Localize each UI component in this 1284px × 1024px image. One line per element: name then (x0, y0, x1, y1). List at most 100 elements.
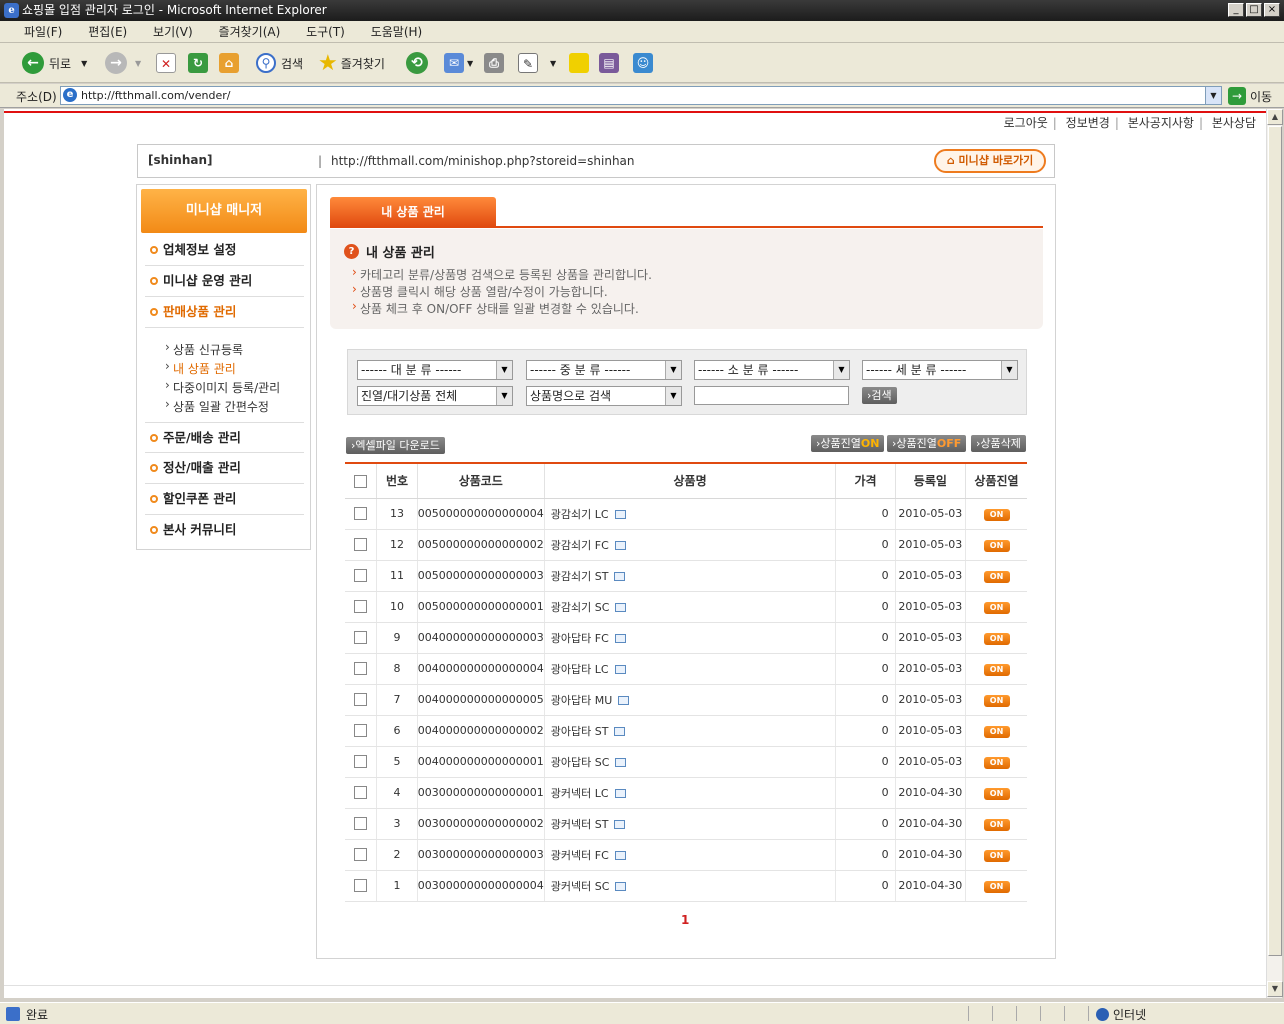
print-button[interactable]: ⎙ (484, 51, 504, 75)
select-all-checkbox[interactable] (354, 474, 368, 488)
product-name-link[interactable]: 광커넥터 LC (551, 787, 609, 800)
popup-window-icon[interactable] (615, 882, 627, 891)
address-input[interactable]: e http://ftthmall.com/vender/ ▼ (60, 86, 1222, 105)
edit-button[interactable]: ✎ ▼ (518, 51, 556, 75)
category-medium-select[interactable]: ------ 중 분 류 ------ ▼ (526, 360, 682, 380)
product-name-link[interactable]: 광감쇠기 SC (551, 601, 610, 614)
sidebar-item-products[interactable]: 판매상품 관리 (145, 297, 304, 328)
forward-button[interactable]: → ▼ (105, 51, 141, 75)
address-dropdown-icon[interactable]: ▼ (1205, 87, 1221, 104)
product-name-link[interactable]: 광아답타 MU (551, 694, 613, 707)
minimize-button[interactable]: _ (1228, 3, 1244, 17)
product-name-link[interactable]: 광커넥터 ST (551, 818, 609, 831)
sidebar-item-community[interactable]: 본사 커뮤니티 (145, 515, 304, 546)
popup-window-icon[interactable] (614, 634, 626, 643)
sidebar-item-minishop[interactable]: 미니샵 운영 관리 (145, 266, 304, 297)
display-on-button[interactable]: ›상품진열ON (811, 435, 885, 452)
popup-window-icon[interactable] (614, 727, 626, 736)
product-name-link[interactable]: 광감쇠기 LC (551, 508, 609, 521)
submenu-multi-image[interactable]: 다중이미지 등록/관리 (165, 378, 280, 396)
research-button[interactable]: ▤ (599, 51, 619, 75)
submenu-new-product[interactable]: 상품 신규등록 (165, 340, 243, 358)
display-status-toggle[interactable]: ON (983, 787, 1010, 800)
display-status-toggle[interactable]: ON (983, 880, 1010, 893)
row-checkbox[interactable] (354, 817, 368, 831)
vertical-scrollbar[interactable]: ▲ ▼ (1266, 109, 1283, 998)
go-button[interactable]: → 이동 (1228, 87, 1272, 105)
popup-window-icon[interactable] (615, 603, 627, 612)
sidebar-item-coupons[interactable]: 할인쿠폰 관리 (145, 484, 304, 515)
sidebar-item-settlement[interactable]: 정산/매출 관리 (145, 453, 304, 484)
menu-view[interactable]: 보기(V) (153, 21, 193, 43)
display-status-toggle[interactable]: ON (983, 508, 1010, 521)
row-checkbox[interactable] (354, 879, 368, 893)
row-checkbox[interactable] (354, 631, 368, 645)
mail-dropdown-icon[interactable]: ▼ (467, 59, 473, 68)
mail-button[interactable]: ✉ ▼ (444, 51, 473, 75)
row-checkbox[interactable] (354, 693, 368, 707)
display-status-toggle[interactable]: ON (983, 694, 1010, 707)
close-button[interactable]: × (1264, 3, 1280, 17)
search-input[interactable] (694, 386, 849, 405)
search-button[interactable]: ⚲ 검색 (256, 51, 303, 75)
row-checkbox[interactable] (354, 569, 368, 583)
product-name-link[interactable]: 광아답타 SC (551, 756, 610, 769)
submenu-my-products[interactable]: 내 상품 관리 (165, 359, 236, 377)
consult-link[interactable]: 본사상담 (1212, 116, 1256, 130)
back-dropdown-icon[interactable]: ▼ (81, 59, 87, 68)
scroll-thumb[interactable] (1268, 126, 1282, 956)
display-status-toggle[interactable]: ON (983, 663, 1010, 676)
messenger-button[interactable]: ☺ (633, 51, 653, 75)
search-submit-button[interactable]: ›검색 (862, 387, 897, 404)
minishop-shortcut-button[interactable]: ⌂ 미니샵 바로가기 (934, 149, 1046, 173)
product-name-link[interactable]: 광커넥터 SC (551, 880, 610, 893)
product-name-link[interactable]: 광감쇠기 FC (551, 539, 609, 552)
menu-help[interactable]: 도움말(H) (371, 21, 423, 43)
stop-button[interactable]: ✕ (156, 51, 176, 75)
menu-edit[interactable]: 편집(E) (88, 21, 127, 43)
favorites-button[interactable]: ★ 즐겨찾기 (318, 51, 385, 76)
sidebar-item-company-settings[interactable]: 업체정보 설정 (145, 235, 304, 266)
page-number-current[interactable]: 1 (681, 913, 689, 927)
discuss-button[interactable] (569, 51, 589, 75)
popup-window-icon[interactable] (618, 696, 630, 705)
popup-window-icon[interactable] (614, 820, 626, 829)
product-name-link[interactable]: 광커넥터 FC (551, 849, 609, 862)
logout-link[interactable]: 로그아웃 (1004, 116, 1048, 130)
row-checkbox[interactable] (354, 786, 368, 800)
excel-download-button[interactable]: ›엑셀파일 다운로드 (346, 437, 445, 454)
popup-window-icon[interactable] (614, 665, 626, 674)
row-checkbox[interactable] (354, 507, 368, 521)
display-status-toggle[interactable]: ON (983, 818, 1010, 831)
menu-favorites[interactable]: 즐겨찾기(A) (219, 21, 281, 43)
edit-info-link[interactable]: 정보변경 (1066, 116, 1110, 130)
row-checkbox[interactable] (354, 662, 368, 676)
submenu-bulk-edit[interactable]: 상품 일괄 간편수정 (165, 397, 269, 415)
product-name-link[interactable]: 광감쇠기 ST (551, 570, 609, 583)
row-checkbox[interactable] (354, 538, 368, 552)
category-large-select[interactable]: ------ 대 분 류 ------ ▼ (357, 360, 513, 380)
scroll-down-icon[interactable]: ▼ (1267, 981, 1283, 997)
display-status-select[interactable]: 진열/대기상품 전체 ▼ (357, 386, 513, 406)
menu-tools[interactable]: 도구(T) (306, 21, 345, 43)
popup-window-icon[interactable] (614, 851, 626, 860)
delete-product-button[interactable]: ›상품삭제 (971, 435, 1026, 452)
category-small-select[interactable]: ------ 소 분 류 ------ ▼ (694, 360, 850, 380)
edit-dropdown-icon[interactable]: ▼ (550, 59, 556, 68)
row-checkbox[interactable] (354, 600, 368, 614)
maximize-button[interactable]: □ (1246, 3, 1262, 17)
display-status-toggle[interactable]: ON (983, 849, 1010, 862)
notice-link[interactable]: 본사공지사항 (1128, 116, 1194, 130)
forward-dropdown-icon[interactable]: ▼ (135, 59, 141, 68)
product-name-link[interactable]: 광아답타 FC (551, 632, 609, 645)
product-name-link[interactable]: 광아답타 LC (551, 663, 609, 676)
history-button[interactable]: ⟲ (406, 51, 428, 75)
popup-window-icon[interactable] (614, 789, 626, 798)
row-checkbox[interactable] (354, 724, 368, 738)
refresh-button[interactable]: ↻ (188, 51, 208, 75)
sidebar-item-orders[interactable]: 주문/배송 관리 (145, 422, 304, 453)
display-status-toggle[interactable]: ON (983, 539, 1010, 552)
product-name-link[interactable]: 광아답타 ST (551, 725, 609, 738)
display-status-toggle[interactable]: ON (983, 756, 1010, 769)
display-off-button[interactable]: ›상품진열OFF (887, 435, 967, 452)
